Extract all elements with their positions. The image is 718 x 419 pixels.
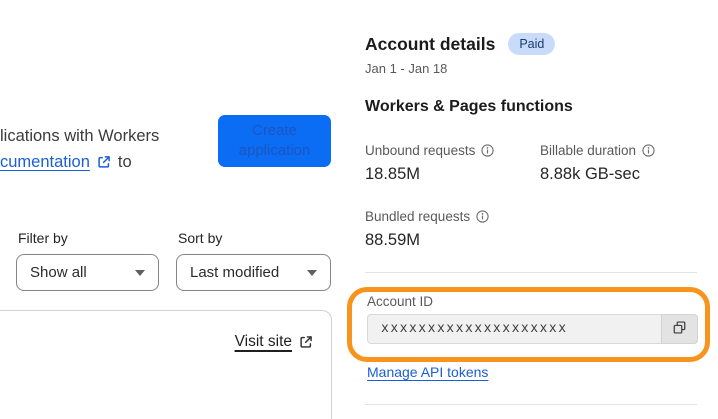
copy-icon bbox=[672, 320, 687, 338]
workers-pages-dashboard: lications with Workers cumentation to Cr… bbox=[0, 0, 718, 419]
divider bbox=[365, 404, 697, 405]
intro-suffix: to bbox=[117, 152, 132, 171]
manage-api-tokens-link[interactable]: Manage API tokens bbox=[367, 364, 488, 380]
metric-value-unbound: 18.85M bbox=[365, 165, 421, 183]
filter-dropdown[interactable]: Show all bbox=[16, 254, 159, 291]
sort-by-label: Sort by bbox=[178, 230, 223, 246]
info-icon[interactable] bbox=[481, 144, 494, 157]
project-card: Visit site bbox=[0, 310, 332, 419]
external-link-icon bbox=[97, 155, 111, 169]
metric-label-billable: Billable duration bbox=[540, 143, 655, 158]
chevron-down-icon bbox=[307, 269, 317, 276]
intro-line1: lications with Workers bbox=[0, 126, 160, 145]
account-id-field-group: xxxxxxxxxxxxxxxxxxxx bbox=[367, 314, 698, 344]
filter-by-label: Filter by bbox=[18, 230, 68, 246]
intro-text: lications with Workers cumentation to bbox=[0, 123, 159, 175]
visit-site-label: Visit site bbox=[234, 333, 292, 350]
divider bbox=[365, 272, 697, 273]
functions-section-heading: Workers & Pages functions bbox=[365, 98, 573, 115]
metric-value-billable: 8.88k GB-sec bbox=[540, 165, 640, 183]
account-details-header: Account details Paid bbox=[365, 33, 556, 55]
date-range: Jan 1 - Jan 18 bbox=[365, 61, 448, 76]
account-id-input[interactable]: xxxxxxxxxxxxxxxxxxxx bbox=[367, 314, 661, 344]
copy-button[interactable] bbox=[661, 314, 698, 344]
sort-dropdown[interactable]: Last modified bbox=[176, 254, 331, 291]
filter-dropdown-value: Show all bbox=[30, 264, 87, 281]
account-details-title: Account details bbox=[365, 33, 496, 54]
metric-value-bundled: 88.59M bbox=[365, 231, 421, 249]
metric-label-unbound: Unbound requests bbox=[365, 143, 494, 158]
sort-dropdown-value: Last modified bbox=[190, 264, 280, 281]
external-link-icon bbox=[299, 335, 313, 349]
info-icon[interactable] bbox=[642, 144, 655, 157]
documentation-link[interactable]: cumentation bbox=[0, 149, 90, 175]
info-icon[interactable] bbox=[476, 210, 489, 223]
create-application-button[interactable]: Create application bbox=[218, 115, 331, 167]
chevron-down-icon bbox=[135, 269, 145, 276]
visit-site-link[interactable]: Visit site bbox=[235, 333, 313, 351]
plan-badge: Paid bbox=[508, 33, 556, 55]
account-id-label: Account ID bbox=[367, 294, 434, 309]
metric-label-bundled: Bundled requests bbox=[365, 209, 489, 224]
